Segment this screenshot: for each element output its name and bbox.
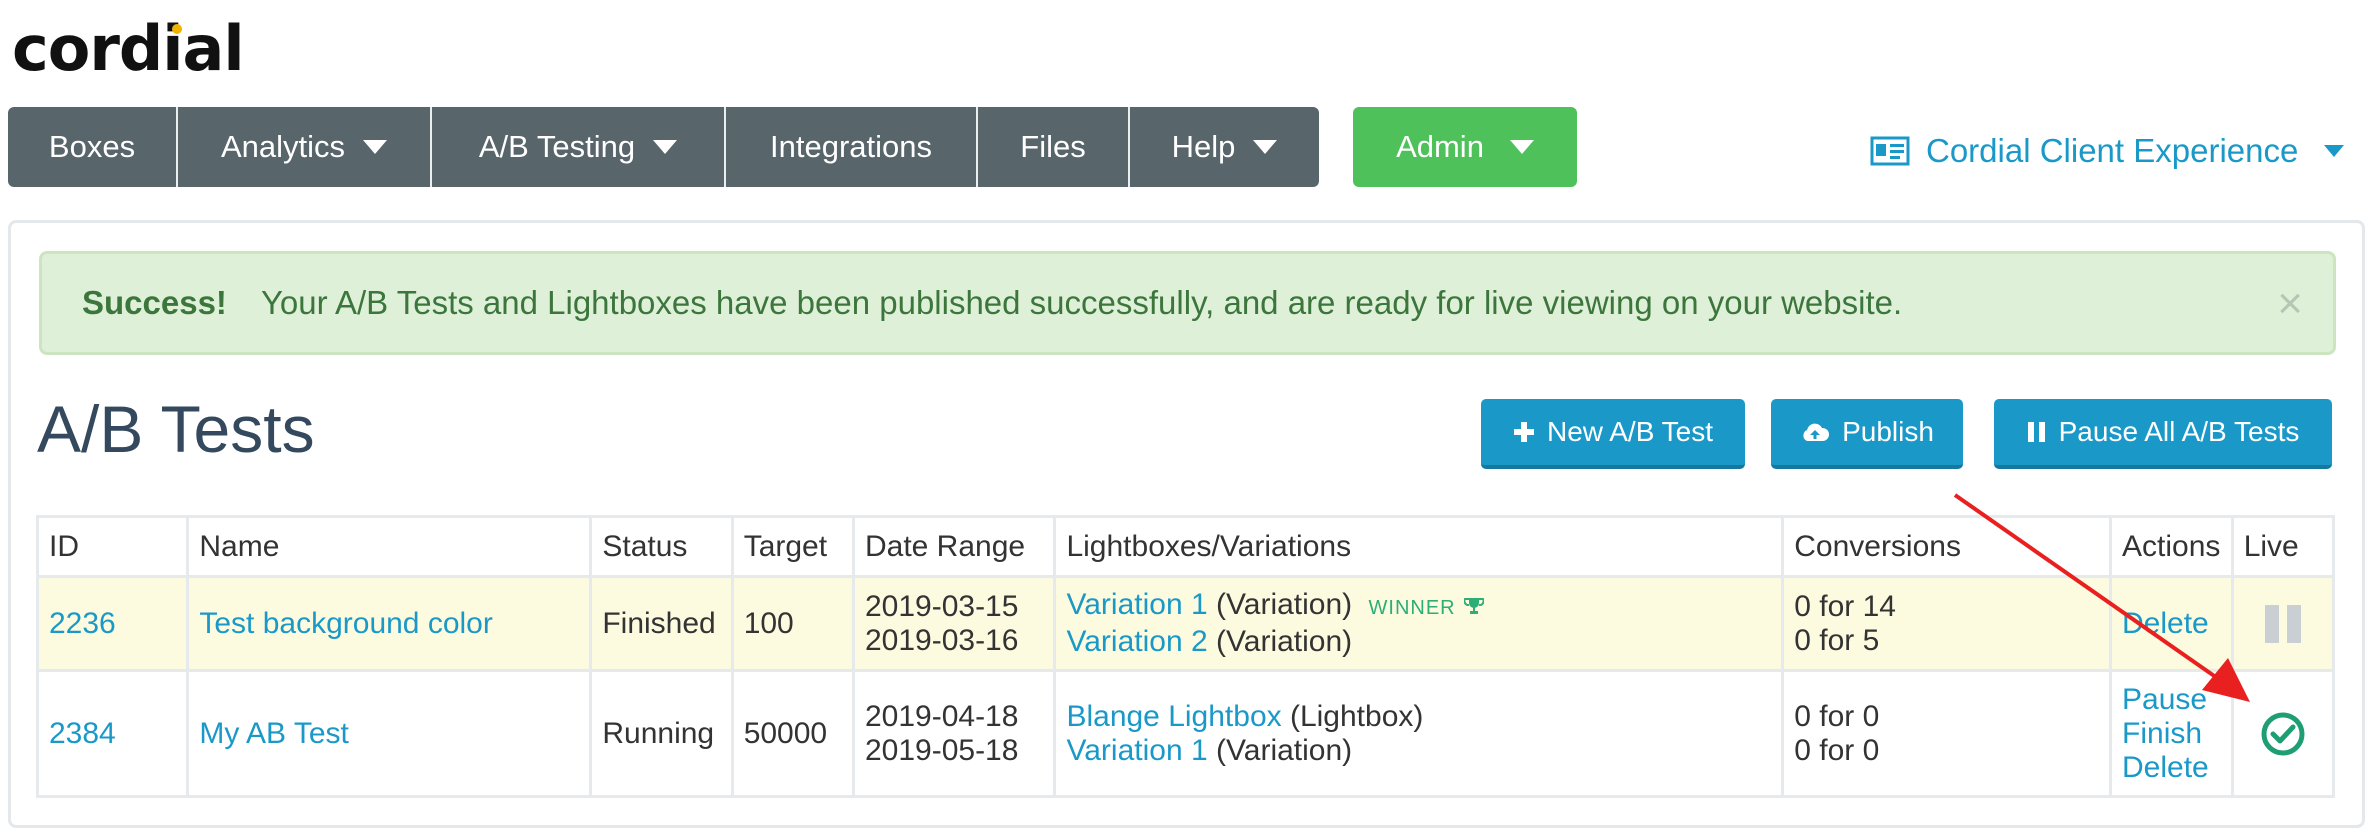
alert-title: Success! [82,284,227,321]
test-variations: Blange Lightbox (Lightbox) Variation 1 (… [1053,669,1785,798]
nav-integrations[interactable]: Integrations [726,107,978,187]
ab-tests-table: ID Name Status Target Date Range Lightbo… [35,515,2336,798]
variation-type: (Lightbox) [1289,699,1424,733]
test-date-range: 2019-03-15 2019-03-16 [851,575,1057,672]
test-id-link[interactable]: 2236 [49,607,116,640]
test-variations: Variation 1 (Variation) WINNER Variation… [1053,575,1785,672]
test-conversions: 0 for 14 0 for 5 [1781,575,2113,672]
check-circle-icon[interactable] [2260,711,2306,757]
nav-ab-testing[interactable]: A/B Testing [432,107,726,187]
table-header-row: ID Name Status Target Date Range Lightbo… [35,515,2336,578]
chevron-down-icon [2324,145,2345,157]
date-end: 2019-05-18 [864,733,1019,767]
test-status: Finished [589,575,734,672]
chevron-down-icon [653,140,678,154]
header-live: Live [2230,515,2336,578]
publish-label: Publish [1842,416,1934,447]
nav-analytics-label: Analytics [220,129,346,164]
variation-type: (Variation) [1216,588,1353,621]
pause-all-label: Pause All A/B Tests [2058,416,2300,447]
new-ab-test-label: New A/B Test [1546,416,1713,447]
test-id-link[interactable]: 2384 [49,717,116,750]
admin-label: Admin [1396,129,1484,164]
variation-type: (Variation) [1216,625,1353,658]
success-alert: Success! Your A/B Tests and Lightboxes h… [39,251,2336,355]
paused-icon[interactable] [2244,604,2322,643]
plus-icon [1513,422,1534,442]
nav-boxes[interactable]: Boxes [8,107,178,187]
table-row: 2384 My AB Test Running 50000 2019-04-18… [35,669,2336,798]
alert-message: Your A/B Tests and Lightboxes have been … [260,284,1903,321]
header-id: ID [35,515,190,578]
delete-link[interactable]: Delete [2122,607,2221,641]
test-name-link[interactable]: Test background color [199,607,493,640]
lightbox-link[interactable]: Blange Lightbox [1066,700,1281,733]
page-title: A/B Tests [37,392,315,466]
logo-text: cordial [12,12,245,85]
test-actions: Delete [2109,575,2234,672]
logo-dot [172,24,182,34]
trophy-icon [1463,598,1485,614]
cordial-logo[interactable]: cordial [12,18,245,80]
header-conversions: Conversions [1781,515,2113,578]
pause-all-button[interactable]: Pause All A/B Tests [1994,399,2332,469]
client-selector[interactable]: Cordial Client Experience [1870,128,2345,174]
variation-link[interactable]: Variation 1 [1066,588,1207,621]
header-target: Target [730,515,855,578]
nav-files[interactable]: Files [978,107,1130,187]
nav-integrations-label: Integrations [770,129,932,164]
header-status: Status [589,515,734,578]
chevron-down-icon [363,140,388,154]
nav-analytics[interactable]: Analytics [178,107,432,187]
header-actions: Actions [2109,515,2234,578]
date-start: 2019-04-18 [864,699,1019,733]
nav-ab-testing-label: A/B Testing [478,129,636,164]
live-cell [2230,575,2336,672]
test-target: 100 [730,575,855,672]
conversion-value: 0 for 14 [1794,589,1896,623]
test-status: Running [589,669,734,798]
close-icon[interactable]: × [2277,282,2303,326]
variation-type: (Variation) [1216,733,1353,767]
test-conversions: 0 for 0 0 for 0 [1781,669,2113,798]
header-name: Name [186,515,593,578]
nav-files-label: Files [1020,129,1086,164]
table-row: 2236 Test background color Finished 100 … [35,575,2336,672]
conversion-value: 0 for 0 [1794,699,1880,733]
finish-link[interactable]: Finish [2122,717,2221,751]
conversion-value: 0 for 5 [1794,623,1880,657]
test-date-range: 2019-04-18 2019-05-18 [851,669,1057,798]
conversion-value: 0 for 0 [1794,733,1880,767]
cloud-upload-icon [1803,423,1830,441]
chevron-down-icon [1509,140,1534,154]
admin-menu-button[interactable]: Admin [1353,107,1577,187]
winner-badge: WINNER [1368,597,1456,619]
date-end: 2019-03-16 [864,623,1019,657]
test-target: 50000 [730,669,855,798]
header-date-range: Date Range [851,515,1057,578]
variation-link[interactable]: Variation 2 [1066,625,1207,658]
test-name-link[interactable]: My AB Test [199,717,349,750]
nav-boxes-label: Boxes [48,129,136,164]
date-start: 2019-03-15 [864,589,1019,623]
nav-help[interactable]: Help [1130,107,1319,187]
test-actions: Pause Finish Delete [2109,669,2234,798]
chevron-down-icon [1253,140,1278,154]
pause-link[interactable]: Pause [2122,683,2221,717]
live-cell [2230,669,2336,798]
main-nav: Boxes Analytics A/B Testing Integrations… [8,107,1319,187]
delete-link[interactable]: Delete [2122,751,2221,785]
client-label: Cordial Client Experience [1926,132,2299,169]
publish-button[interactable]: Publish [1771,399,1963,469]
header-variations: Lightboxes/Variations [1053,515,1785,578]
new-ab-test-button[interactable]: New A/B Test [1481,399,1745,469]
id-card-icon [1870,136,1910,166]
pause-icon [2027,422,2045,442]
nav-help-label: Help [1171,129,1236,164]
variation-link[interactable]: Variation 1 [1066,734,1207,767]
